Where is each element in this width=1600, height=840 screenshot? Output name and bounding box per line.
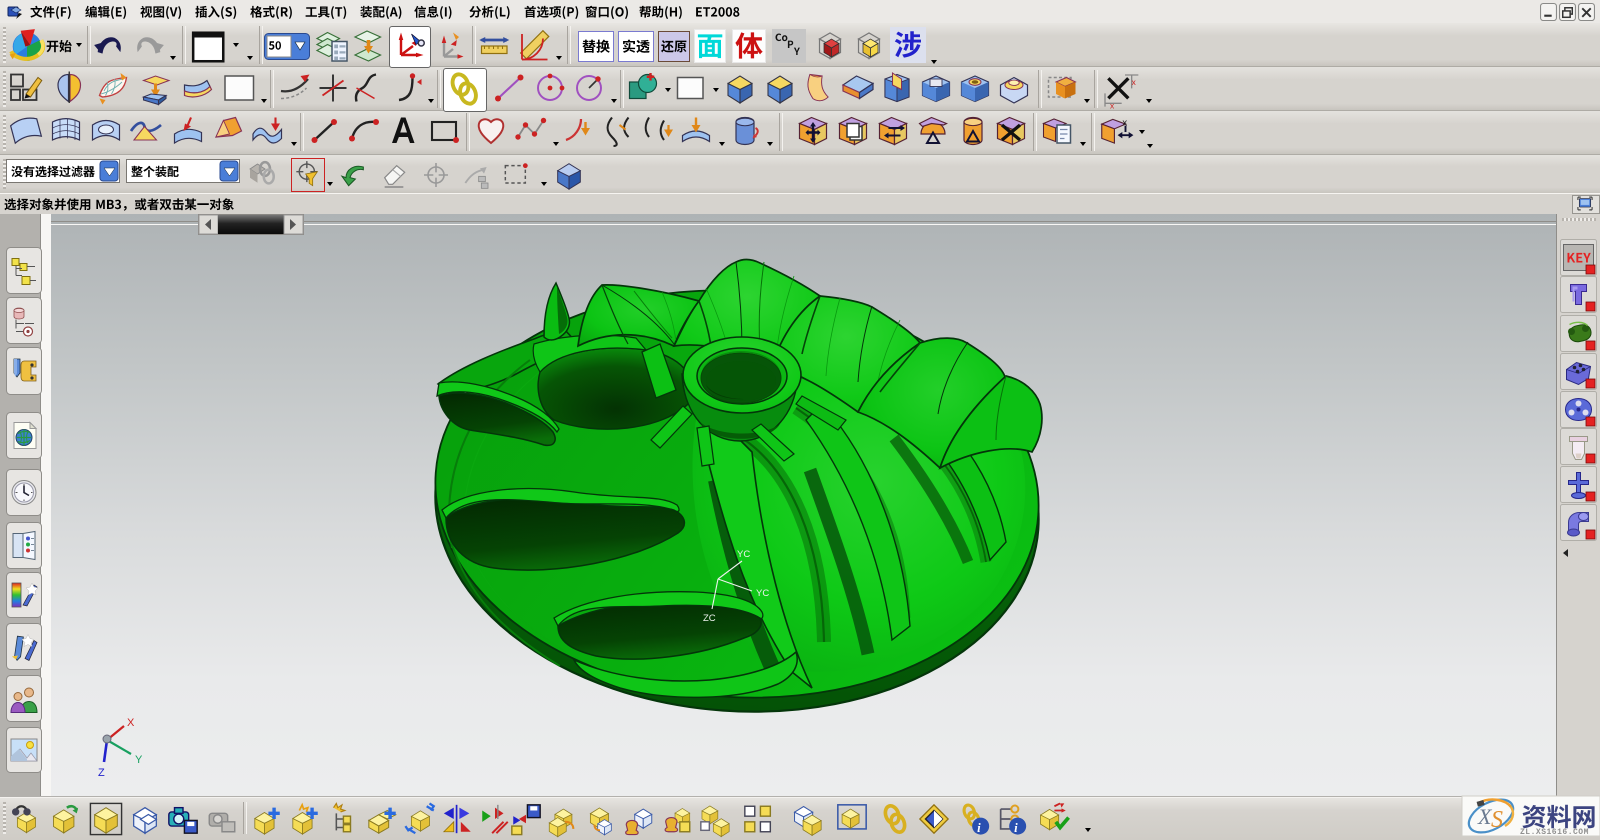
svg-text:S: S: [1491, 807, 1503, 833]
svg-text:ZL.XS1616.COM: ZL.XS1616.COM: [1520, 828, 1589, 837]
svg-text:Z: Z: [98, 767, 105, 779]
svg-text:X: X: [127, 717, 135, 729]
svg-text:ZC: ZC: [703, 613, 716, 624]
svg-text:i: i: [977, 821, 981, 835]
svg-text:YC: YC: [756, 588, 769, 599]
svg-text:i: i: [1014, 821, 1018, 835]
svg-text:Y: Y: [135, 754, 143, 766]
svg-text:YC: YC: [737, 549, 750, 560]
